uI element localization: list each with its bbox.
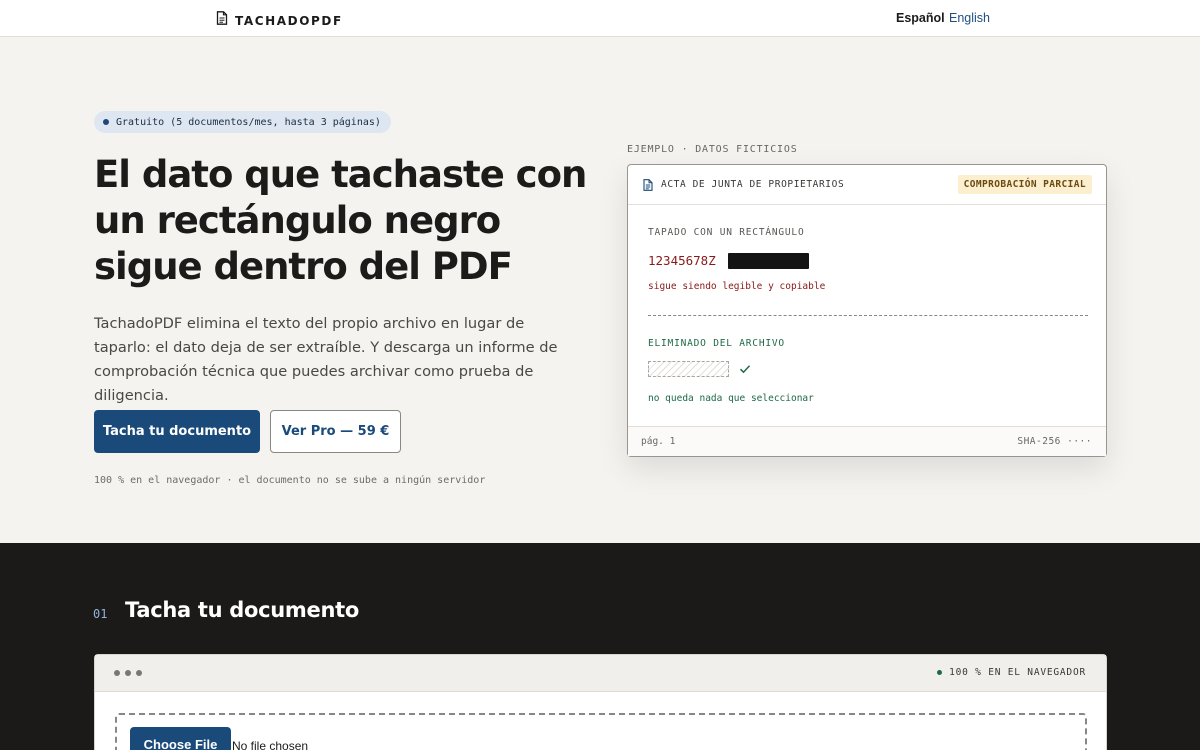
tool-window: 100 % EN EL NAVEGADOR Choose File No fil… (94, 654, 1107, 750)
file-dropzone[interactable]: Choose File No file chosen (115, 713, 1087, 750)
free-plan-text: Gratuito (5 documentos/mes, hasta 3 pági… (116, 116, 381, 128)
example-label: EJEMPLO · DATOS FICTICIOS (627, 144, 798, 155)
redact-document-button[interactable]: Tacha tu documento (94, 410, 260, 453)
top-navigation: TACHADOPDF Español English (0, 0, 1200, 37)
free-plan-badge: Gratuito (5 documentos/mes, hasta 3 pági… (94, 111, 391, 133)
view-pro-button[interactable]: Ver Pro — 59 € (270, 410, 401, 453)
removed-placeholder (648, 361, 729, 377)
window-dot (136, 670, 142, 676)
file-status-text: No file chosen (232, 739, 309, 750)
step-title: Tacha tu documento (125, 598, 359, 622)
status-text: 100 % EN EL NAVEGADOR (949, 667, 1086, 678)
language-english-link[interactable]: English (949, 11, 990, 25)
sample-id-number: 12345678Z (648, 253, 716, 268)
browser-status: 100 % EN EL NAVEGADOR (937, 667, 1086, 678)
privacy-note: 100 % en el navegador · el documento no … (94, 475, 486, 486)
choose-file-button[interactable]: Choose File (130, 727, 231, 750)
brand-name: TACHADOPDF (235, 13, 343, 28)
example-card: ACTA DE JUNTA DE PROPIETARIOS COMPROBACI… (627, 164, 1107, 457)
black-redaction-box (728, 253, 809, 269)
document-icon (216, 11, 228, 30)
status-dot-icon (937, 670, 943, 675)
window-dot (125, 670, 131, 676)
removed-section-label: ELIMINADO DEL ARCHIVO (648, 338, 785, 349)
hero-title: El dato que tachaste con un rectángulo n… (94, 153, 587, 288)
covered-section-label: TAPADO CON UN RECTÁNGULO (648, 227, 805, 238)
covered-note: sigue siendo legible y copiable (648, 281, 826, 292)
status-badge: COMPROBACIÓN PARCIAL (957, 175, 1092, 194)
window-dots (114, 670, 142, 676)
divider (648, 315, 1088, 316)
hash-label: SHA-256 ···· (1017, 436, 1092, 447)
dot-icon (103, 119, 109, 125)
document-icon (643, 178, 653, 196)
card-header: ACTA DE JUNTA DE PROPIETARIOS COMPROBACI… (628, 165, 1106, 205)
language-spanish[interactable]: Español (896, 11, 945, 25)
step-number: 01 (93, 607, 108, 621)
brand-logo[interactable]: TACHADOPDF (216, 11, 343, 30)
hero-description: TachadoPDF elimina el texto del propio a… (94, 315, 558, 404)
removed-note: no queda nada que seleccionar (648, 393, 814, 404)
window-dot (114, 670, 120, 676)
page-number: pág. 1 (641, 436, 676, 447)
tool-window-bar: 100 % EN EL NAVEGADOR (95, 655, 1106, 692)
check-icon (739, 362, 751, 380)
card-footer: pág. 1 SHA-256 ···· (628, 426, 1106, 456)
card-title: ACTA DE JUNTA DE PROPIETARIOS (661, 179, 845, 190)
